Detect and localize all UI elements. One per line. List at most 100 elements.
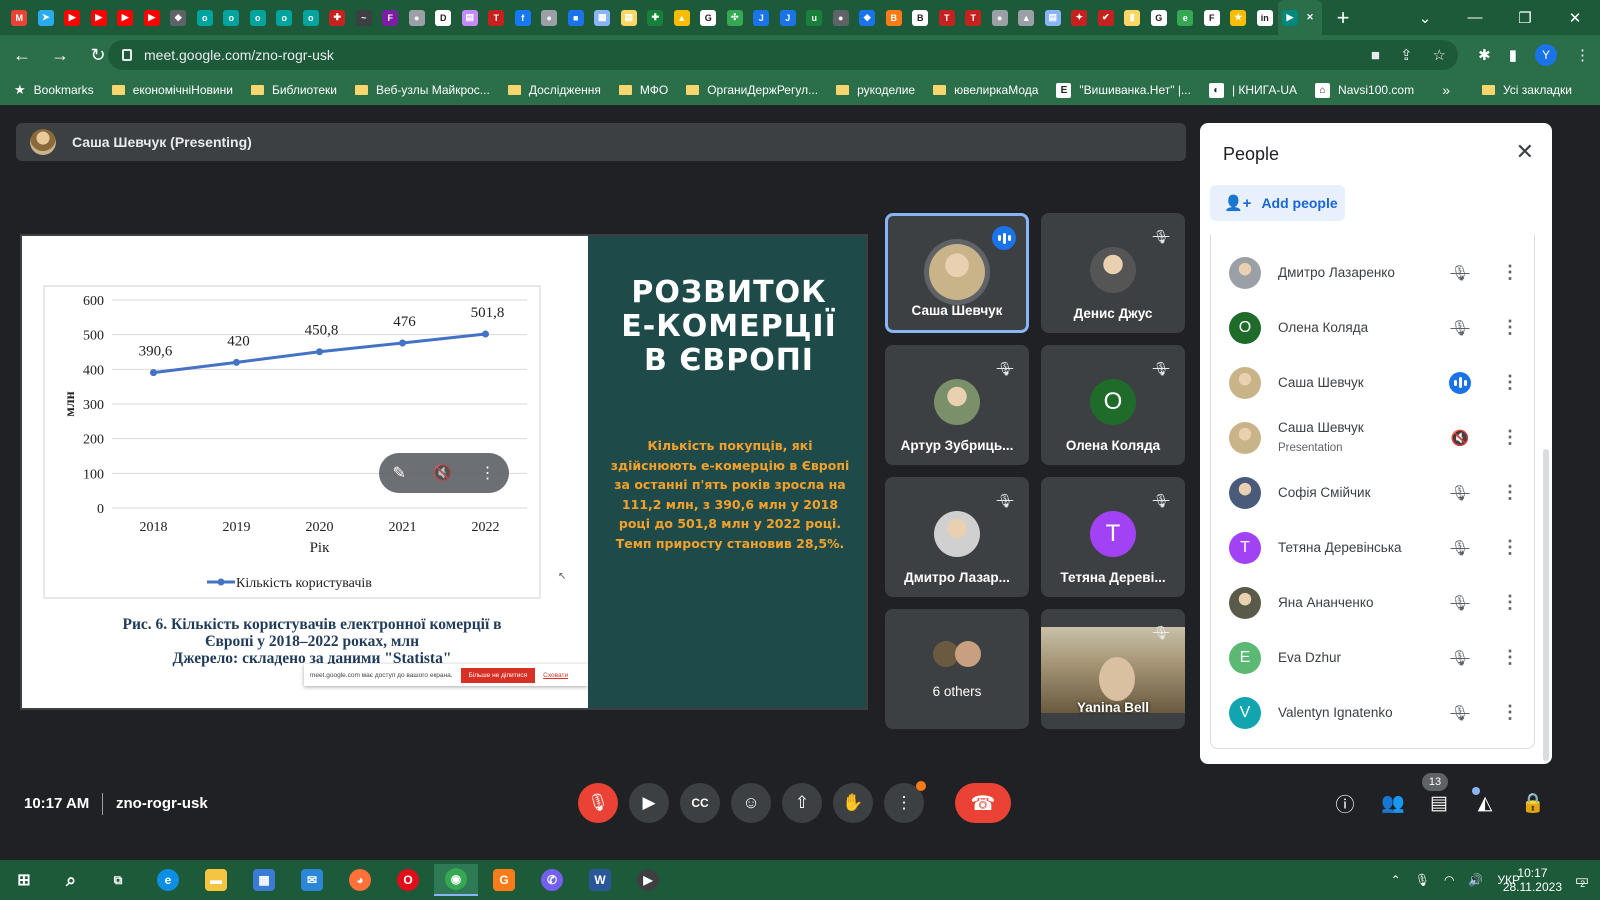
lock-icon[interactable] (122, 49, 132, 61)
bookmark-item[interactable]: МФО (618, 83, 668, 97)
notifications-button[interactable]: ▭ 2 (1568, 868, 1592, 892)
stop-sharing-button[interactable]: Більше не ділитися (460, 667, 536, 683)
participant-tile[interactable]: Артур Зубриць... 🎙 (885, 345, 1029, 465)
tab[interactable]: B (881, 0, 908, 35)
taskbar-app[interactable]: e (152, 864, 184, 896)
url-text[interactable]: meet.google.com/zno-rogr-usk (144, 47, 334, 63)
tab[interactable]: ✣ (722, 0, 749, 35)
tab[interactable]: ~ (351, 0, 378, 35)
camera-button[interactable]: ▶ (629, 783, 669, 823)
present-button[interactable]: ⇧ (782, 783, 822, 823)
tab[interactable]: o (218, 0, 245, 35)
tab[interactable]: T (483, 0, 510, 35)
hide-notice-link[interactable]: Сховати (543, 672, 568, 679)
participant-tile[interactable]: 6 others (885, 609, 1029, 729)
tab-search-icon[interactable]: ⌄ (1400, 9, 1450, 27)
tab[interactable]: M (6, 0, 33, 35)
bookmark-item[interactable]: E "Вишиванка.Нет" |... (1056, 82, 1191, 98)
new-tab-button[interactable]: + (1330, 5, 1356, 31)
tab[interactable]: o (192, 0, 219, 35)
more-options-icon[interactable]: ⋮ (1501, 317, 1519, 338)
tab[interactable]: ▦ (589, 0, 616, 35)
more-options-icon[interactable]: ⋮ (1501, 427, 1519, 448)
tab[interactable]: ✔ (1093, 0, 1120, 35)
taskbar-app[interactable]: W (584, 864, 616, 896)
taskbar-app[interactable]: ◕ (344, 864, 376, 896)
participant-tile[interactable]: Саша Шевчук (885, 213, 1029, 333)
address-bar[interactable]: meet.google.com/zno-rogr-usk ■ ⇪ ☆ (108, 40, 1458, 70)
mic-off-icon[interactable]: 🎙 (1449, 317, 1471, 339)
volume-off-icon[interactable]: 🔇 (1449, 427, 1471, 449)
tab[interactable]: ▲ (669, 0, 696, 35)
tab[interactable]: ▤ (616, 0, 643, 35)
taskbar-app[interactable]: G (488, 864, 520, 896)
tab[interactable]: ✚ (324, 0, 351, 35)
more-options-icon[interactable]: ⋮ (1501, 537, 1519, 558)
mic-off-button[interactable]: 🎙 (578, 783, 618, 823)
bookmark-item[interactable]: Веб-узлы Майкрос... (354, 83, 490, 97)
participant-tile[interactable]: Yanina Bell 🎙 (1041, 609, 1185, 729)
bookmark-item[interactable]: Дослідження (507, 83, 601, 97)
tab[interactable]: D (430, 0, 457, 35)
tab[interactable]: J (748, 0, 775, 35)
more-options-icon[interactable]: ⋮ (480, 463, 496, 483)
tab[interactable]: ▤ (1040, 0, 1067, 35)
bookmark-item[interactable]: ⌂ Navsi100.com (1315, 82, 1414, 98)
tab[interactable]: ● (828, 0, 855, 35)
tab[interactable]: J (775, 0, 802, 35)
tab[interactable]: u (801, 0, 828, 35)
taskbar-app[interactable]: ▶ (632, 864, 664, 896)
participant-row[interactable]: Софія Смійчик 🎙 ⋮ (1211, 465, 1536, 520)
search-button[interactable]: ⌕ (55, 864, 87, 896)
participant-row[interactable]: Саша Шевчук ⋮ (1211, 355, 1536, 410)
minimize-button[interactable]: — (1450, 9, 1500, 26)
participant-tile[interactable]: Денис Джус 🎙 (1041, 213, 1185, 333)
taskbar-app[interactable]: ▦ (248, 864, 280, 896)
bookmark-item[interactable]: ювелиркаМода (933, 83, 1038, 97)
taskbar-clock[interactable]: 10:17 28.11.2023 (1503, 866, 1562, 894)
more-options-icon[interactable]: ⋮ (1501, 482, 1519, 503)
people-scrollbar[interactable] (1543, 449, 1549, 761)
bookmark-star-icon[interactable]: ☆ (1433, 46, 1446, 64)
participant-row[interactable]: E Eva Dzhur 🎙 ⋮ (1211, 630, 1536, 685)
tab[interactable]: ★ (1225, 0, 1252, 35)
volume-icon[interactable]: 🔊 (1468, 873, 1483, 887)
tab[interactable]: T (934, 0, 961, 35)
participant-row[interactable]: Яна Ананченко 🎙 ⋮ (1211, 575, 1536, 630)
microphone-icon[interactable]: 🎙 (1415, 873, 1430, 887)
menu-icon[interactable]: ⋮ (1575, 46, 1590, 64)
bookmark-item[interactable]: ◐ | КНИГА-UA (1208, 82, 1297, 98)
tab[interactable]: ✚ (642, 0, 669, 35)
add-people-button[interactable]: 👤+ Add people (1210, 185, 1345, 221)
tab[interactable]: ▶ (59, 0, 86, 35)
tab[interactable]: e (1172, 0, 1199, 35)
tab[interactable]: ✦ (1066, 0, 1093, 35)
sound-off-icon[interactable]: 🔇 (433, 463, 453, 483)
mic-off-icon[interactable]: 🎙 (1449, 702, 1471, 724)
tab[interactable]: f (510, 0, 537, 35)
participant-row[interactable]: Дмитро Лазаренко 🎙 ⋮ (1211, 245, 1536, 300)
participant-row[interactable]: V Valentyn Ignatenko 🎙 ⋮ (1211, 685, 1536, 740)
tab[interactable]: ● (404, 0, 431, 35)
side-panel-icon[interactable]: ▮ (1509, 46, 1517, 64)
tab[interactable]: ■ (563, 0, 590, 35)
tab[interactable]: ▲ (1013, 0, 1040, 35)
taskbar-app[interactable]: O (392, 864, 424, 896)
mic-off-icon[interactable]: 🎙 (1449, 537, 1471, 559)
tab[interactable]: in (1252, 0, 1279, 35)
bookmarks-overflow-icon[interactable]: » (1442, 82, 1450, 98)
meeting-details-button[interactable]: ⓘ (1330, 788, 1360, 818)
close-window-button[interactable]: ✕ (1550, 9, 1600, 27)
taskbar-app[interactable]: ✉ (296, 864, 328, 896)
more-options-icon[interactable]: ⋮ (1501, 372, 1519, 393)
restore-button[interactable]: ❐ (1500, 9, 1550, 27)
participant-tile[interactable]: Дмитро Лазар... 🎙 (885, 477, 1029, 597)
tab[interactable]: o (298, 0, 325, 35)
host-controls-button[interactable]: 🔒 (1518, 788, 1548, 818)
extensions-icon[interactable]: ✱ (1478, 46, 1491, 64)
tab[interactable]: G (1146, 0, 1173, 35)
tab[interactable]: ◆ (854, 0, 881, 35)
more-options-icon[interactable]: ⋮ (1501, 647, 1519, 668)
chat-button[interactable]: ▤ (1424, 788, 1454, 818)
mic-off-icon[interactable]: 🎙 (1449, 482, 1471, 504)
